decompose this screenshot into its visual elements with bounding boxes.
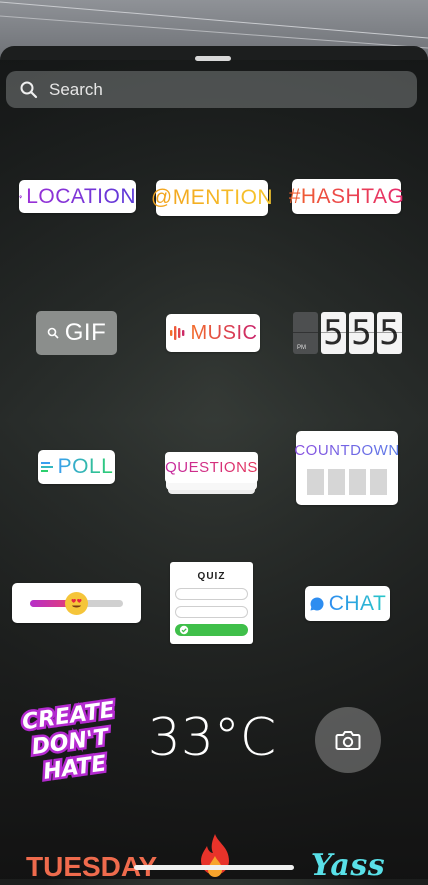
mention-label: @MENTION [150, 186, 274, 209]
check-icon [179, 625, 189, 635]
poll-lines-icon [40, 462, 53, 472]
questions-label: QUESTIONS [165, 459, 258, 476]
chat-sticker[interactable]: CHAT [305, 586, 390, 621]
camera-sticker-button[interactable] [315, 707, 381, 773]
clock-sticker[interactable]: PM 5 5 5 [290, 312, 405, 354]
music-label: MUSIC [190, 321, 258, 344]
quiz-correct-option [175, 624, 248, 636]
search-icon [20, 81, 38, 98]
countdown-label: COUNTDOWN [294, 442, 400, 459]
countdown-box [328, 469, 345, 495]
clock-digit: 5 [321, 312, 346, 354]
search-input[interactable] [47, 78, 391, 101]
poll-label: POLL [57, 455, 114, 478]
camera-icon [335, 731, 361, 750]
search-icon [47, 327, 59, 339]
home-indicator[interactable] [134, 865, 294, 870]
location-pin-icon [19, 194, 22, 199]
tuesday-sticker[interactable]: TUESDAY [26, 851, 157, 882]
location-sticker[interactable]: LOCATION [19, 180, 136, 213]
quiz-label: QUIZ [197, 571, 226, 582]
gif-label: GIF [64, 319, 107, 346]
clock-period: PM [297, 345, 306, 351]
countdown-boxes [307, 469, 387, 495]
clock-period-tile: PM [293, 312, 318, 354]
gif-sticker[interactable]: GIF [36, 311, 117, 355]
emoji-slider-sticker[interactable] [12, 583, 141, 623]
fire-sticker[interactable] [190, 832, 240, 882]
clock-digit: 5 [377, 312, 402, 354]
temperature-label: 33°C [147, 708, 277, 768]
clock-digit: 5 [349, 312, 374, 354]
poll-sticker[interactable]: POLL [38, 450, 115, 484]
countdown-sticker[interactable]: COUNTDOWN [294, 431, 400, 505]
music-sticker[interactable]: MUSIC [166, 314, 260, 352]
quiz-sticker[interactable]: QUIZ [170, 562, 253, 644]
chat-label: CHAT [328, 591, 387, 615]
drag-handle[interactable] [195, 56, 231, 61]
create-dont-hate-graphic: CREATE DON'T HATE [18, 695, 119, 784]
hashtag-label: #HASHTAG [288, 184, 405, 208]
quiz-option [175, 606, 248, 618]
countdown-box [370, 469, 387, 495]
questions-sticker[interactable]: QUESTIONS [165, 452, 258, 494]
questions-card: QUESTIONS [165, 452, 258, 483]
countdown-box [307, 469, 324, 495]
temperature-sticker[interactable]: 33°C [148, 706, 276, 770]
chat-bubble-icon [310, 596, 324, 610]
heart-eyes-emoji-icon [65, 592, 88, 615]
create-dont-hate-sticker[interactable]: CREATE DON'T HATE [17, 692, 137, 784]
search-bar[interactable] [6, 71, 417, 108]
mention-sticker[interactable]: @MENTION [151, 180, 273, 216]
countdown-box [349, 469, 366, 495]
audio-wave-icon [169, 326, 184, 340]
yass-sticker[interactable]: Yass [300, 845, 396, 885]
quiz-option [175, 588, 248, 600]
hashtag-sticker[interactable]: #HASHTAG [289, 179, 404, 214]
location-label: LOCATION [26, 184, 136, 208]
flame-icon [201, 834, 229, 877]
yass-label: Yass [310, 847, 386, 883]
